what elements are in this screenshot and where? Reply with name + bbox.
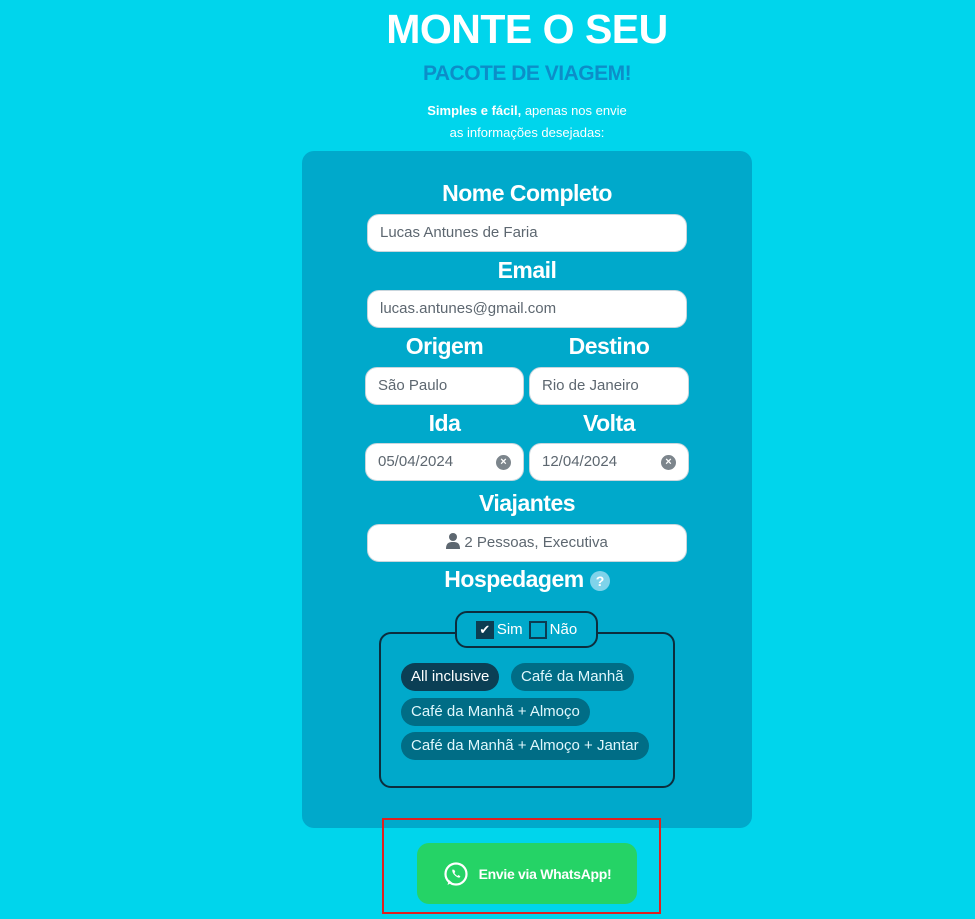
travelers-label: Viajantes: [478, 490, 576, 516]
meal-option-breakfast[interactable]: Café da Manhã: [511, 663, 634, 691]
meal-option-all-inclusive[interactable]: All inclusive: [401, 663, 500, 691]
return-date-value: 12/04/2024: [542, 453, 618, 470]
destination-field[interactable]: Rio de Janeiro: [529, 367, 689, 405]
email-label: Email: [497, 257, 557, 283]
clear-date-icon[interactable]: ×: [661, 455, 676, 470]
lodging-no-checkbox[interactable]: [528, 620, 547, 639]
tagline: Simples e fácil, apenas nos envie as inf…: [0, 100, 975, 144]
send-whatsapp-button[interactable]: Envie via WhatsApp!: [417, 843, 637, 904]
lodging-heading: Hospedagem?: [367, 566, 687, 593]
tagline-line2: as informações desejadas:: [449, 125, 605, 140]
travelers-value: 2 Pessoas, Executiva: [464, 534, 608, 551]
tagline-rest: apenas nos envie: [521, 103, 627, 118]
travelers-field[interactable]: 2 Pessoas, Executiva: [367, 524, 687, 562]
name-field[interactable]: Lucas Antunes de Faria: [367, 214, 687, 252]
departure-date-value: 05/04/2024: [378, 453, 454, 470]
person-icon: [446, 533, 461, 549]
lodging-no-option[interactable]: Não: [528, 620, 578, 639]
send-whatsapp-label: Envie via WhatsApp!: [478, 865, 612, 882]
return-date-field[interactable]: 12/04/2024 ×: [529, 443, 689, 481]
lodging-toggle: ✔ Sim Não: [455, 611, 598, 648]
whatsapp-icon: [444, 861, 468, 886]
departure-date-field[interactable]: 05/04/2024 ×: [365, 443, 524, 481]
origin-label: Origem: [405, 333, 484, 359]
lodging-no-label: Não: [549, 621, 578, 638]
page-title: MONTE O SEU: [386, 6, 668, 52]
destination-label: Destino: [568, 333, 650, 359]
page-subtitle: PACOTE DE VIAGEM!: [422, 62, 632, 85]
meal-option-breakfast-lunch-dinner[interactable]: Café da Manhã + Almoço + Jantar: [401, 732, 649, 760]
clear-date-icon[interactable]: ×: [496, 455, 511, 470]
departure-label: Ida: [428, 410, 461, 436]
name-label: Nome Completo: [442, 180, 612, 206]
tagline-bold: Simples e fácil,: [427, 103, 522, 118]
help-icon[interactable]: ?: [589, 570, 610, 591]
lodging-yes-option[interactable]: ✔ Sim: [475, 620, 523, 639]
origin-field[interactable]: São Paulo: [365, 367, 524, 405]
lodging-yes-label: Sim: [496, 621, 523, 638]
return-label: Volta: [582, 410, 636, 436]
meal-option-breakfast-lunch[interactable]: Café da Manhã + Almoço: [401, 698, 590, 726]
email-field[interactable]: lucas.antunes@gmail.com: [367, 290, 687, 328]
lodging-yes-checkbox[interactable]: ✔: [475, 620, 494, 639]
lodging-label: Hospedagem: [444, 566, 584, 592]
